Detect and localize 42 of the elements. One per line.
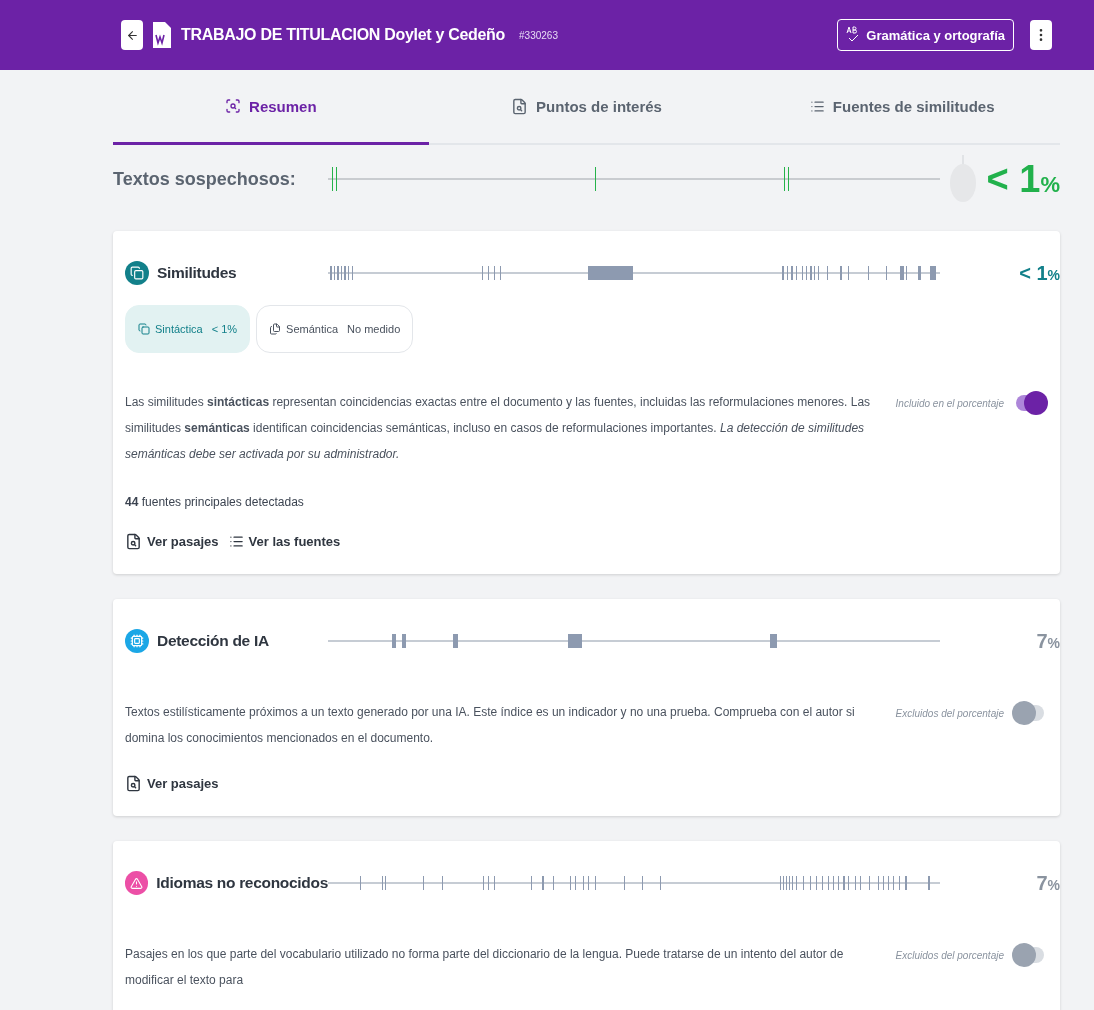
document-search-icon bbox=[125, 533, 142, 550]
search-icon bbox=[225, 98, 242, 114]
section-link[interactable]: Ver pasajes bbox=[125, 533, 219, 550]
suspicious-label: Textos sospechosos: bbox=[113, 168, 297, 190]
copy-icon bbox=[138, 323, 150, 335]
section-title: Idiomas no reconocidos bbox=[156, 874, 328, 892]
section-description: Pasajes en los que parte del vocabulario utilizado no forma parte del diccionario de la lengua. Puede tratarse de un intento del autor de modificar el texto para bbox=[125, 946, 845, 989]
document-icon bbox=[153, 22, 171, 48]
back-button[interactable] bbox=[121, 20, 143, 50]
toggle-label: Excluidos del porcentaje bbox=[895, 949, 1004, 961]
section-percent: < 1% bbox=[1019, 261, 1060, 285]
document-id: #330263 bbox=[519, 29, 558, 41]
document-search-icon bbox=[125, 775, 142, 792]
section-title: Similitudes bbox=[157, 264, 237, 282]
spellcheck-icon bbox=[846, 26, 861, 44]
files-icon bbox=[269, 323, 282, 335]
section-percent: 7% bbox=[1036, 871, 1060, 895]
suspicious-percent: < 1% bbox=[986, 157, 1060, 201]
tab[interactable]: Fuentes de similitudes bbox=[744, 70, 1060, 145]
tab[interactable]: Resumen bbox=[113, 70, 429, 145]
more-button[interactable] bbox=[1030, 20, 1052, 50]
section-percent: 7% bbox=[1036, 629, 1060, 653]
section-link[interactable]: Ver las fuentes bbox=[228, 533, 341, 550]
section-description: Textos estilísticamente próximos a un texto generado por una IA. Este índice es un indicador y no una prueba. Comprueba con el autor si domina los conocimientos mencionados en el documento. bbox=[125, 704, 856, 747]
sources-count: 44 fuentes principales detectadas bbox=[125, 495, 305, 509]
copy-icon bbox=[125, 261, 149, 285]
list-icon bbox=[228, 534, 244, 549]
section-description: Las similitudes sintácticas representan coincidencias exactas entre el documento y las fuentes, incluidas las reformulaciones menores. Las similitudes semánticas identifican coincidencias semánticas, incluso en casos de reformulaciones importantes. La detección de similitudes semánticas debe ser activada por su administrador. bbox=[125, 394, 872, 463]
chip-icon bbox=[125, 629, 149, 653]
toggle-label: Incluido en el porcentaje bbox=[895, 397, 1004, 409]
back-arrow-icon bbox=[125, 28, 139, 42]
tab[interactable]: Puntos de interés bbox=[428, 70, 745, 145]
filter-chip[interactable]: Semántica No medido bbox=[256, 305, 414, 353]
grammar-button[interactable]: Gramática y ortografía bbox=[837, 19, 1014, 51]
document-title: TRABAJO DE TITULACION Doylet y Cedeño bbox=[181, 26, 506, 44]
list-icon bbox=[809, 98, 825, 114]
toggle-label: Excluidos del porcentaje bbox=[895, 707, 1004, 719]
section-title: Detección de IA bbox=[157, 632, 269, 650]
document-search-icon bbox=[511, 97, 529, 115]
section-link[interactable]: Ver pasajes bbox=[125, 775, 219, 792]
warning-icon bbox=[125, 871, 149, 895]
filter-chip[interactable]: Sintáctica < 1% bbox=[125, 305, 251, 353]
